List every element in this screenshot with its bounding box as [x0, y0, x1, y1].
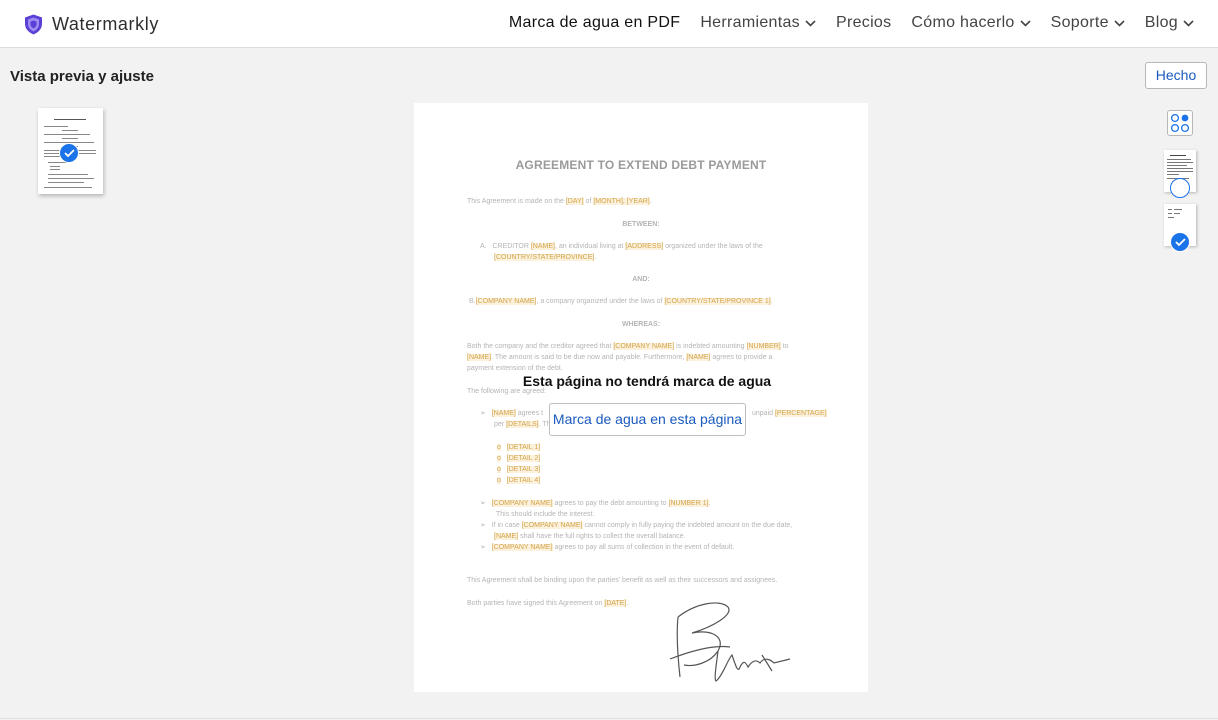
doc-heading: BETWEEN:	[622, 221, 660, 228]
doc-line: [COUNTRY/STATE/PROVINCE].	[494, 254, 597, 261]
chevron-down-icon	[1183, 19, 1194, 27]
chevron-down-icon	[1114, 19, 1125, 27]
doc-list-item: o [DETAIL 1]	[497, 444, 541, 451]
nav-label: Precios	[835, 14, 892, 31]
doc-list-item: o [DETAIL 3]	[497, 466, 541, 473]
doc-line: ➢ [COMPANY NAME] agrees to pay all sums …	[480, 544, 735, 551]
doc-line: ➢ If in case [COMPANY NAME] cannot compl…	[480, 522, 793, 529]
doc-heading: WHEREAS:	[621, 321, 661, 328]
top-navigation-bar: Watermarkly Marca de agua en PDF Herrami…	[0, 0, 1218, 48]
page-thumbnail-1[interactable]	[38, 108, 103, 194]
selected-check-icon	[59, 143, 79, 163]
nav-tools[interactable]: Herramientas	[700, 14, 816, 32]
nav-pdf-watermark[interactable]: Marca de agua en PDF	[509, 14, 680, 32]
nav-label: Cómo hacerlo	[911, 14, 1015, 31]
doc-list-item: o [DETAIL 4]	[497, 477, 541, 484]
document-title: AGREEMENT TO EXTEND DEBT PAYMENT	[515, 158, 767, 172]
doc-line: This Agreement shall be binding upon the…	[467, 577, 778, 584]
doc-line: unpaid [PERCENTAGE]	[752, 410, 827, 417]
doc-line: payment extension of the debt.	[467, 365, 563, 372]
doc-line: per [DETAILS]. Th	[494, 421, 551, 428]
nav-how-to[interactable]: Cómo hacerlo	[911, 14, 1031, 32]
rail-page-thumbnail-1[interactable]	[1164, 150, 1196, 198]
doc-line: Both parties have signed this Agreement …	[467, 600, 629, 607]
nav-label: Herramientas	[700, 14, 800, 31]
nav-support[interactable]: Soporte	[1051, 14, 1125, 32]
doc-line: [NAME] shall have the full rights to col…	[494, 533, 686, 540]
nav-label: Blog	[1144, 14, 1178, 31]
doc-line: A. CREDITOR [NAME], an individual living…	[480, 243, 763, 250]
nav-label: Soporte	[1050, 14, 1109, 31]
doc-line: B.[COMPANY NAME], a company organized un…	[469, 298, 773, 305]
doc-heading: AND:	[632, 276, 650, 283]
signature-image	[669, 602, 791, 682]
doc-line: ➢ [NAME] agrees t	[480, 410, 544, 417]
no-watermark-message: Esta página no tendrá marca de agua	[522, 373, 772, 389]
main-nav: Marca de agua en PDF Herramientas Precio…	[489, 14, 1194, 32]
bottom-divider	[0, 718, 1218, 719]
nav-pricing[interactable]: Precios	[836, 14, 891, 32]
selected-check-icon	[1170, 232, 1190, 252]
brand-name: Watermarkly	[52, 13, 159, 34]
grid-view-icon	[1170, 113, 1190, 133]
doc-line: [NAME]. The amount is said to be due now…	[467, 354, 773, 361]
doc-line: This Agreement is made on the [DAY] of […	[467, 198, 652, 205]
grid-view-button[interactable]	[1167, 110, 1193, 136]
done-button[interactable]: Hecho	[1145, 62, 1207, 89]
unselected-ring-icon	[1170, 178, 1190, 198]
chevron-down-icon	[805, 19, 816, 27]
watermark-this-page-button[interactable]: Marca de agua en esta página	[549, 403, 746, 436]
rail-page-thumbnail-2[interactable]	[1164, 204, 1196, 252]
nav-label: Marca de agua en PDF	[508, 14, 681, 31]
nav-blog[interactable]: Blog	[1145, 14, 1194, 32]
shield-logo-icon	[25, 14, 42, 34]
doc-line: ➢ [COMPANY NAME] agrees to pay the debt …	[480, 500, 711, 507]
doc-list-item: o [DETAIL 2]	[497, 455, 541, 462]
document-page-preview: AGREEMENT TO EXTEND DEBT PAYMENT This Ag…	[414, 103, 868, 692]
page-title: Vista previa y ajuste	[10, 68, 154, 85]
doc-line: This should include the interest.	[496, 511, 595, 518]
brand-logo-link[interactable]: Watermarkly	[24, 12, 159, 36]
doc-line: Both the company and the creditor agreed…	[467, 343, 789, 350]
chevron-down-icon	[1020, 19, 1031, 27]
